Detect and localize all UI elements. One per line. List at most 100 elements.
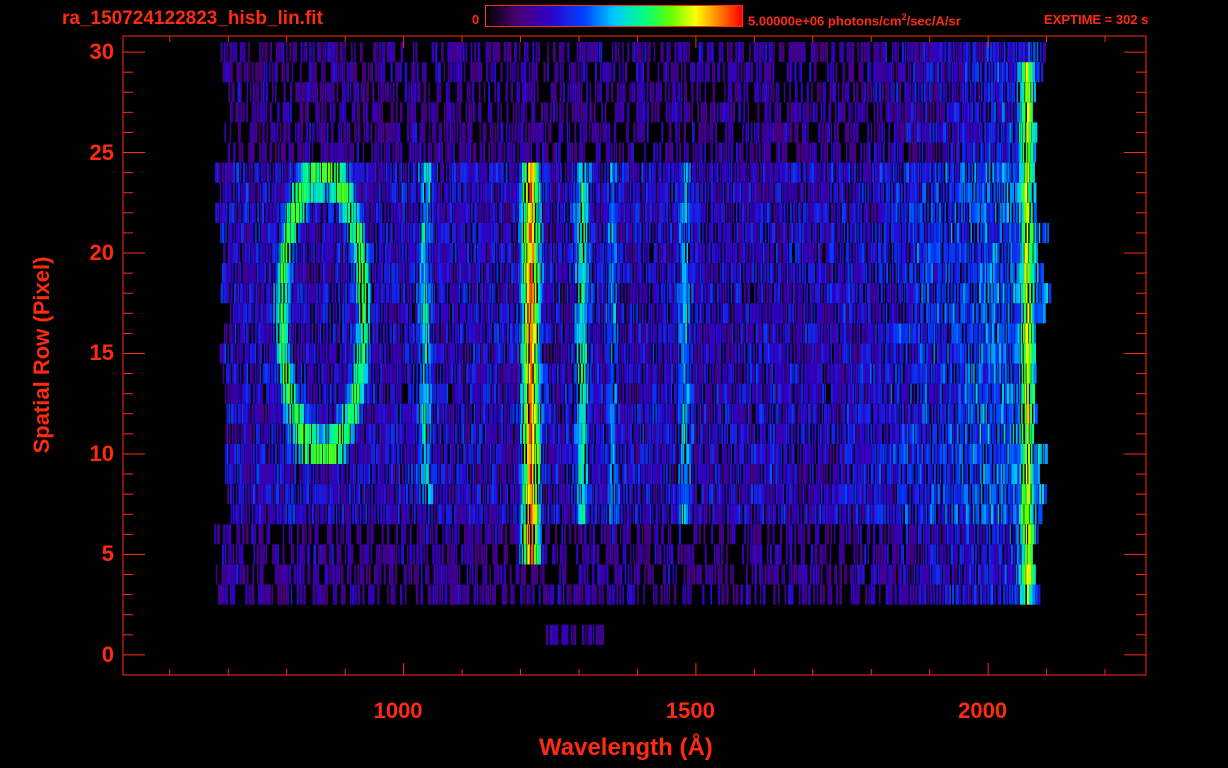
heatmap-cell — [451, 263, 454, 284]
heatmap-cell — [990, 464, 993, 485]
heatmap-cell — [285, 263, 289, 284]
heatmap-cell — [586, 383, 589, 404]
heatmap-cell — [396, 343, 400, 364]
heatmap-cell — [850, 363, 853, 384]
heatmap-cell — [506, 484, 509, 505]
heatmap-cell — [466, 363, 469, 384]
heatmap-cell — [563, 484, 565, 505]
heatmap-cell — [790, 584, 794, 605]
heatmap-cell — [336, 403, 339, 424]
heatmap-cell — [338, 544, 342, 565]
heatmap-cell — [1011, 323, 1015, 344]
heatmap-cell — [616, 323, 619, 344]
heatmap-cell — [529, 283, 532, 304]
heatmap-cell — [1010, 544, 1014, 565]
heatmap-cell — [429, 383, 433, 404]
heatmap-cell — [851, 283, 855, 304]
heatmap-cell — [424, 403, 426, 424]
heatmap-cell — [870, 464, 873, 485]
heatmap-cell — [701, 363, 704, 384]
heatmap-cell — [899, 383, 901, 404]
heatmap-cell — [365, 504, 367, 525]
heatmap-cell — [448, 303, 451, 324]
heatmap-cell — [842, 283, 846, 304]
heatmap-cell — [532, 484, 535, 505]
heatmap-cell — [921, 484, 924, 505]
heatmap-cell — [510, 383, 514, 404]
heatmap-cell — [347, 343, 350, 364]
heatmap-cell — [826, 323, 829, 344]
heatmap-cell — [341, 504, 345, 525]
heatmap-cell — [588, 323, 590, 344]
heatmap-cell — [695, 443, 699, 465]
heatmap-cell — [739, 303, 743, 324]
heatmap-cell — [395, 524, 398, 545]
heatmap-cell — [875, 464, 877, 485]
heatmap-cell — [447, 423, 450, 444]
heatmap-cell — [834, 564, 838, 585]
heatmap-cell — [965, 303, 968, 324]
heatmap-cell — [637, 383, 639, 404]
heatmap-cell — [1036, 263, 1039, 284]
heatmap-cell — [301, 403, 304, 424]
heatmap-cell — [774, 363, 778, 384]
heatmap-cell — [838, 544, 842, 565]
heatmap-cell — [337, 443, 341, 465]
heatmap-cell — [914, 263, 917, 284]
heatmap-cell — [947, 283, 950, 304]
heatmap-cell — [508, 464, 510, 485]
heatmap-cell — [738, 383, 742, 404]
heatmap-cell — [1015, 423, 1018, 444]
heatmap-cell — [895, 443, 898, 465]
heatmap-cell — [334, 443, 337, 465]
heatmap-cell — [887, 484, 889, 505]
heatmap-cell — [469, 343, 472, 364]
heatmap-cell — [685, 283, 688, 304]
heatmap-cell — [394, 303, 397, 324]
heatmap-cell — [624, 443, 627, 465]
heatmap-cell — [339, 403, 342, 424]
heatmap-cell — [459, 323, 463, 344]
heatmap-cell — [256, 303, 260, 324]
heatmap-cell — [791, 504, 794, 525]
heatmap-cell — [560, 303, 564, 324]
heatmap-cell — [387, 363, 390, 384]
heatmap-cell — [279, 343, 282, 364]
heatmap-cell — [505, 283, 508, 304]
heatmap-cell — [415, 464, 418, 485]
heatmap-cell — [581, 283, 585, 304]
heatmap-cell — [866, 504, 870, 525]
heatmap-cell — [231, 242, 234, 264]
heatmap-cell — [613, 464, 617, 485]
heatmap-cell — [925, 363, 928, 384]
heatmap-cell — [765, 283, 768, 304]
heatmap-cell — [343, 464, 345, 485]
heatmap-cell — [987, 263, 990, 284]
heatmap-cell — [564, 564, 567, 585]
heatmap-cell — [804, 363, 807, 384]
heatmap-cell — [951, 504, 953, 525]
heatmap-cell — [245, 323, 249, 344]
heatmap-cell — [425, 524, 429, 545]
heatmap-cell — [539, 443, 542, 465]
heatmap-cell — [722, 484, 725, 505]
heatmap-cell — [883, 263, 886, 284]
heatmap-cell — [1023, 303, 1027, 324]
heatmap-cell — [538, 584, 541, 605]
heatmap-cell — [251, 283, 255, 304]
heatmap-cell — [535, 343, 538, 364]
heatmap-cell — [278, 303, 280, 324]
heatmap-cell — [518, 363, 521, 384]
heatmap-cell — [891, 443, 893, 465]
heatmap-cell — [990, 443, 992, 465]
heatmap-cell — [300, 504, 303, 525]
heatmap-cell — [856, 323, 859, 344]
heatmap-cell — [294, 464, 297, 485]
heatmap-cell — [365, 464, 369, 485]
heatmap-cell — [439, 403, 443, 424]
heatmap-cell — [856, 484, 860, 505]
heatmap-cell — [519, 423, 522, 444]
heatmap-cell — [872, 544, 875, 565]
heatmap-cell — [871, 263, 874, 284]
heatmap-cell — [673, 363, 676, 384]
